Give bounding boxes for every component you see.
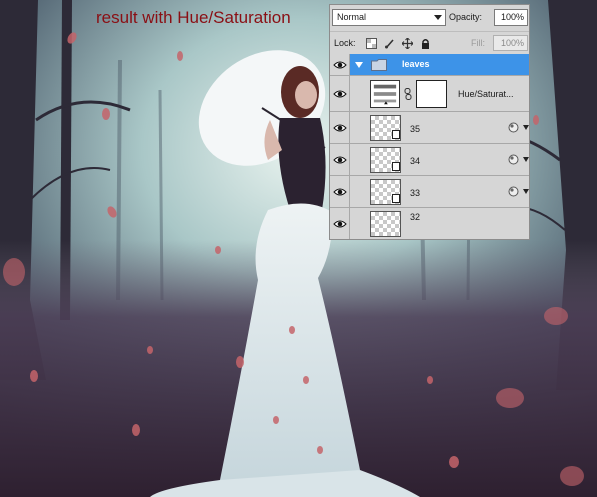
- layer-row-34[interactable]: 34: [330, 144, 529, 176]
- smart-object-icon: [392, 194, 400, 203]
- layer-mask-thumbnail[interactable]: [416, 80, 447, 108]
- fill-input[interactable]: 100%: [493, 35, 528, 51]
- layer-name: 32: [410, 212, 421, 222]
- layer-effects-icon[interactable]: [508, 154, 519, 165]
- smart-object-icon: [392, 130, 400, 139]
- lock-all-icon[interactable]: [420, 38, 431, 49]
- chevron-down-icon: [434, 15, 442, 20]
- lock-label: Lock:: [334, 38, 356, 48]
- layer-row-leaves[interactable]: leaves: [330, 54, 529, 76]
- layer-effects-icon[interactable]: [508, 122, 519, 133]
- expand-triangle-icon[interactable]: [355, 62, 363, 68]
- blend-mode-select[interactable]: Normal: [332, 9, 446, 26]
- image-caption: result with Hue/Saturation: [96, 8, 291, 27]
- eye-icon: [333, 124, 347, 132]
- layers-panel: Normal Opacity: 100% Lock: Fill: 100% le…: [329, 4, 530, 240]
- visibility-toggle[interactable]: [330, 144, 350, 175]
- expand-effects-icon[interactable]: [523, 125, 529, 130]
- blend-mode-value: Normal: [337, 12, 367, 22]
- folder-icon: [371, 59, 387, 71]
- smart-object-icon: [392, 162, 400, 171]
- hue-saturation-adjustment-icon: [370, 80, 400, 108]
- eye-icon: [333, 90, 347, 98]
- visibility-toggle[interactable]: [330, 76, 350, 111]
- blend-opacity-row: Normal Opacity: 100%: [330, 5, 529, 31]
- lock-image-pixels-icon[interactable]: [384, 38, 395, 49]
- layer-name: 35: [410, 124, 421, 134]
- opacity-label: Opacity:: [449, 12, 483, 22]
- visibility-toggle[interactable]: [330, 208, 350, 239]
- layer-row-33[interactable]: 33: [330, 176, 529, 208]
- eye-icon: [333, 156, 347, 164]
- expand-effects-icon[interactable]: [523, 189, 529, 194]
- eye-icon: [333, 220, 347, 228]
- opacity-input[interactable]: 100%: [494, 9, 528, 26]
- visibility-toggle[interactable]: [330, 54, 350, 75]
- lock-transparent-pixels-icon[interactable]: [366, 38, 377, 49]
- layer-row-35[interactable]: 35: [330, 112, 529, 144]
- layer-name: 33: [410, 188, 421, 198]
- lock-row: Lock: Fill: 100%: [330, 31, 529, 53]
- layer-thumbnail: [370, 211, 401, 237]
- lock-position-icon[interactable]: [402, 38, 413, 49]
- layer-name: 34: [410, 156, 421, 166]
- eye-icon: [333, 61, 347, 69]
- layer-row-hue-saturation[interactable]: Hue/Saturat...: [330, 76, 529, 112]
- layer-effects-icon[interactable]: [508, 186, 519, 197]
- layer-name: leaves: [402, 59, 430, 69]
- visibility-toggle[interactable]: [330, 112, 350, 143]
- expand-effects-icon[interactable]: [523, 157, 529, 162]
- visibility-toggle[interactable]: [330, 176, 350, 207]
- eye-icon: [333, 188, 347, 196]
- layer-name: Hue/Saturat...: [458, 89, 514, 99]
- layer-row-32[interactable]: 32: [330, 208, 529, 239]
- link-chain-icon[interactable]: [404, 88, 412, 100]
- fill-label: Fill:: [471, 38, 485, 48]
